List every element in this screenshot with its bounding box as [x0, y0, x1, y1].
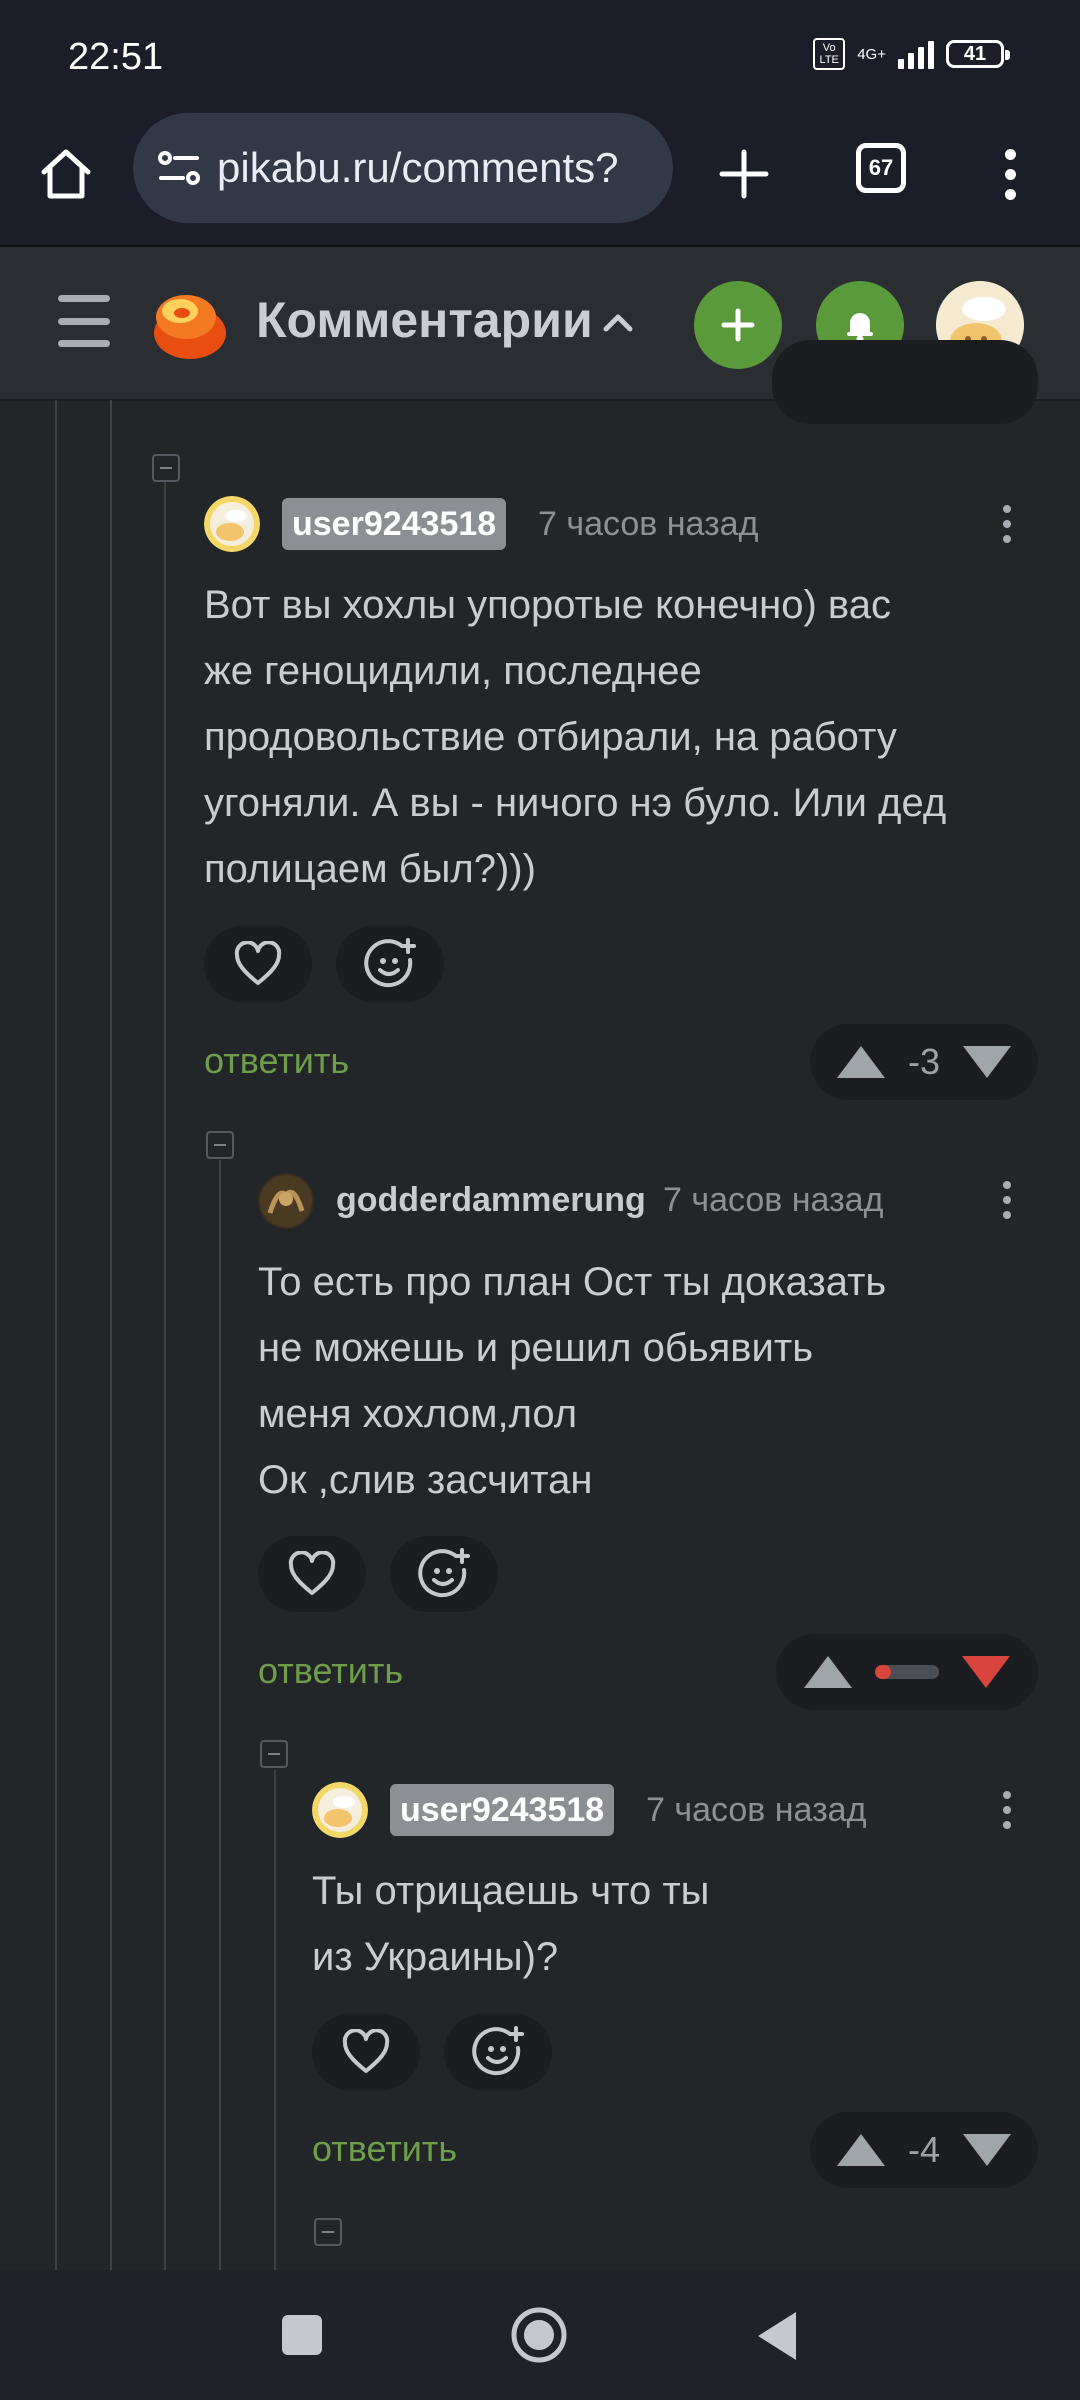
collapse-toggle[interactable]	[314, 2218, 342, 2246]
chevron-up-icon[interactable]	[598, 303, 638, 343]
recents-button[interactable]	[282, 2315, 322, 2355]
vote-ratio-bar	[874, 1665, 939, 1679]
page-title[interactable]: Комментарии	[256, 291, 593, 349]
add-post-button[interactable]	[694, 281, 782, 369]
vote-score: -4	[907, 2129, 940, 2170]
browser-toolbar: pikabu.ru/comments? 67	[0, 110, 1080, 247]
reply-link[interactable]: ответить	[204, 1036, 349, 1086]
downvote-arrow-icon[interactable]	[962, 1656, 1011, 1688]
pikabu-logo[interactable]	[150, 287, 230, 361]
emoji-add-icon	[364, 938, 416, 988]
vote-widget[interactable]	[772, 340, 1038, 424]
comment-text: Вот вы хохлы упоротые конечно) вас же ге…	[204, 583, 947, 891]
signal-icon	[898, 39, 934, 69]
downvote-arrow-icon[interactable]	[962, 2134, 1011, 2166]
thread-line	[110, 400, 112, 2270]
collapse-toggle[interactable]	[206, 1131, 234, 1159]
back-button[interactable]	[758, 2312, 796, 2360]
plus-icon	[719, 149, 769, 199]
new-tab-button[interactable]	[708, 138, 780, 210]
heart-icon	[342, 2029, 390, 2073]
vote-widget: -3	[810, 1024, 1038, 1100]
tab-switcher-button[interactable]: 67	[856, 143, 906, 193]
url-text[interactable]: pikabu.ru/comments?	[217, 144, 619, 192]
heart-icon	[234, 941, 282, 985]
reply-link[interactable]: ответить	[258, 1646, 403, 1696]
add-reaction-button[interactable]	[390, 1536, 498, 1612]
heart-icon	[288, 1551, 336, 1595]
collapse-toggle[interactable]	[260, 1740, 288, 1768]
like-button[interactable]	[312, 2014, 420, 2090]
username[interactable]: user9243518	[390, 1784, 615, 1836]
reply-link[interactable]: ответить	[312, 2124, 457, 2174]
comment-menu-button[interactable]	[992, 499, 1022, 549]
upvote-arrow-icon[interactable]	[837, 1046, 886, 1078]
browser-menu-button[interactable]	[990, 138, 1030, 210]
like-button[interactable]	[204, 926, 312, 1002]
status-icons: Vo LTE 4G+ 41	[813, 38, 1010, 70]
home-button[interactable]	[30, 138, 102, 210]
bell-icon	[847, 313, 873, 343]
upvote-arrow-icon[interactable]	[837, 2134, 886, 2166]
avatar[interactable]	[312, 1782, 368, 1838]
like-button[interactable]	[258, 1536, 366, 1612]
home-nav-button[interactable]	[510, 2306, 568, 2364]
hamburger-menu-icon[interactable]	[58, 295, 110, 347]
comment-text: То есть про план Ост ты доказать не може…	[258, 1260, 887, 1502]
username[interactable]: godderdammerung	[336, 1174, 646, 1226]
tab-count: 67	[868, 155, 894, 180]
thread-line	[55, 400, 57, 2270]
address-bar[interactable]: pikabu.ru/comments?	[133, 113, 673, 223]
vote-score: -3	[907, 1041, 940, 1082]
emoji-add-icon	[472, 2026, 524, 2076]
system-nav-bar	[0, 2270, 1080, 2400]
timestamp[interactable]: 7 часов назад	[663, 1174, 883, 1226]
network-type: 4G+	[857, 45, 886, 63]
emoji-add-icon	[418, 1548, 470, 1598]
collapse-toggle[interactable]	[152, 454, 180, 482]
status-bar: 22:51 Vo LTE 4G+ 41	[0, 0, 1080, 110]
avatar[interactable]	[258, 1173, 314, 1229]
avatar[interactable]	[204, 496, 260, 552]
thread-line	[164, 480, 166, 2270]
comment-menu-button[interactable]	[992, 1175, 1022, 1225]
timestamp[interactable]: 7 часов назад	[538, 498, 758, 550]
comment-menu-button[interactable]	[992, 1785, 1022, 1835]
plus-icon	[721, 308, 755, 342]
site-settings-icon[interactable]	[133, 113, 203, 223]
home-icon	[41, 149, 91, 199]
add-reaction-button[interactable]	[336, 926, 444, 1002]
battery-icon: 41	[946, 40, 1010, 68]
comment-text: Ты отрицаешь что ты из Украины)?	[312, 1869, 710, 1979]
battery-level: 41	[963, 42, 987, 65]
thread-line	[274, 1770, 276, 2270]
upvote-arrow-icon[interactable]	[803, 1656, 852, 1688]
downvote-arrow-icon[interactable]	[962, 1046, 1011, 1078]
username[interactable]: user9243518	[282, 498, 507, 550]
volte-icon: Vo LTE	[813, 38, 846, 70]
vote-widget: -4	[810, 2112, 1038, 2188]
status-time: 22:51	[68, 36, 164, 78]
vote-widget	[776, 1634, 1038, 1710]
add-reaction-button[interactable]	[444, 2014, 552, 2090]
timestamp[interactable]: 7 часов назад	[646, 1784, 866, 1836]
thread-line	[219, 1160, 221, 2270]
